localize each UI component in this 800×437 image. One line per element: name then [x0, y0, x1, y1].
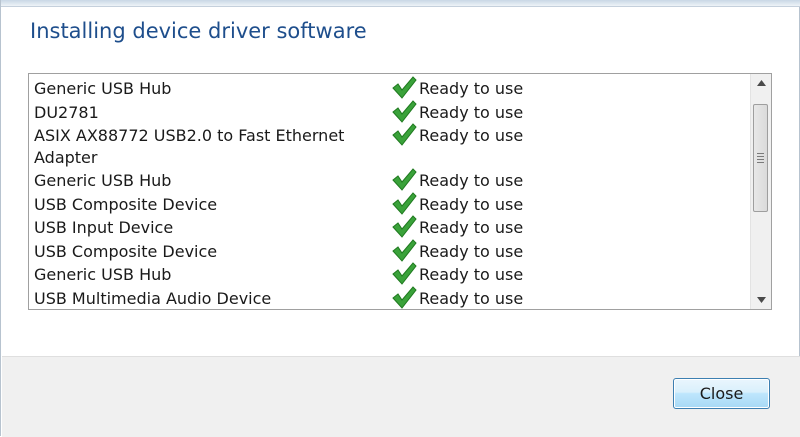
window-frame-top: [1, 0, 800, 7]
green-checkmark-icon: [392, 262, 417, 285]
device-row: USB Composite Device Ready to use: [34, 238, 744, 264]
dialog-title: Installing device driver software: [30, 19, 367, 43]
device-status: Ready to use: [419, 126, 524, 145]
scroll-up-button[interactable]: [751, 74, 771, 92]
scroll-grip-icon: [757, 153, 764, 165]
green-checkmark-icon: [392, 168, 417, 191]
device-row: ASIX AX88772 USB2.0 to Fast Ethernet Ada…: [34, 123, 744, 169]
green-checkmark-icon: [392, 285, 417, 309]
green-checkmark-icon: [392, 215, 417, 238]
device-status: Ready to use: [419, 218, 524, 237]
device-row: Generic USB Hub Ready to use: [34, 76, 744, 101]
device-name: Generic USB Hub: [34, 79, 172, 98]
scroll-down-button[interactable]: [751, 291, 771, 309]
device-status: Ready to use: [419, 79, 524, 98]
device-status: Ready to use: [419, 241, 524, 261]
scroll-down-arrow-icon: [756, 297, 766, 303]
scroll-thumb[interactable]: [753, 104, 768, 212]
close-button[interactable]: Close: [673, 378, 770, 409]
device-name: ASIX AX88772 USB2.0 to Fast Ethernet Ada…: [34, 126, 345, 167]
device-name: Generic USB Hub: [34, 265, 172, 284]
device-row: USB Input Device Ready to use: [34, 215, 744, 240]
device-row: DU2781 Ready to use: [34, 99, 744, 125]
device-status: Ready to use: [419, 288, 524, 308]
device-name: USB Composite Device: [34, 194, 218, 214]
device-status: Ready to use: [419, 171, 524, 190]
device-row: USB Composite Device Ready to use: [34, 191, 744, 217]
vertical-scrollbar[interactable]: [750, 74, 771, 309]
green-checkmark-icon: [392, 191, 417, 215]
device-name: Generic USB Hub: [34, 171, 172, 190]
green-checkmark-icon: [392, 76, 417, 99]
device-name: USB Composite Device: [34, 241, 218, 261]
device-name: USB Multimedia Audio Device: [34, 288, 272, 308]
dialog-footer: Close: [2, 356, 800, 437]
device-row: USB Multimedia Audio Device Ready to use: [34, 285, 744, 310]
device-status: Ready to use: [419, 102, 524, 122]
device-status: Ready to use: [419, 265, 524, 284]
scroll-up-arrow-icon: [756, 80, 766, 86]
device-status: Ready to use: [419, 194, 524, 214]
device-row: Generic USB Hub Ready to use: [34, 262, 744, 287]
device-list[interactable]: Generic USB Hub Ready to use DU2781 Read…: [28, 73, 772, 310]
device-name: USB Input Device: [34, 218, 174, 237]
green-checkmark-icon: [392, 99, 417, 123]
green-checkmark-icon: [392, 123, 417, 146]
install-driver-dialog: Installing device driver software Generi…: [0, 0, 800, 437]
device-name: DU2781: [34, 102, 99, 122]
device-rows: Generic USB Hub Ready to use DU2781 Read…: [34, 76, 744, 310]
device-row: Generic USB Hub Ready to use: [34, 168, 744, 193]
green-checkmark-icon: [392, 238, 417, 262]
